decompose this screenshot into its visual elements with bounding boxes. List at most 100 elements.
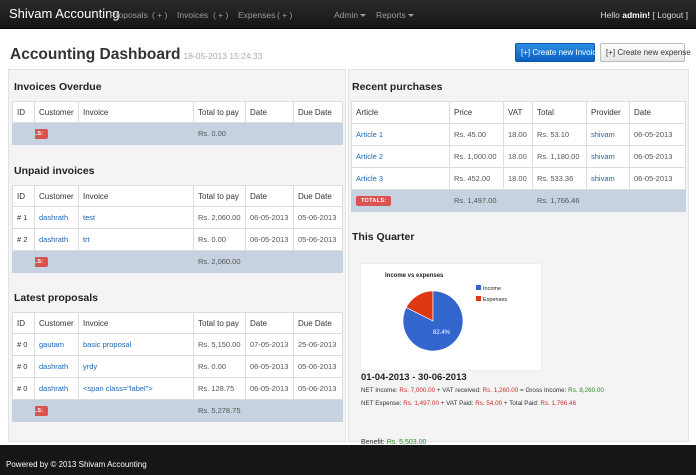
customer-link[interactable]: dashrath bbox=[39, 384, 68, 393]
provider-link[interactable]: shivam bbox=[591, 130, 615, 139]
username: admin! bbox=[622, 10, 651, 20]
totals-badge: TOTALS: bbox=[35, 406, 49, 416]
nav-reports-label: Reports bbox=[376, 10, 406, 20]
cell-price: Rs. 452.00 bbox=[449, 167, 504, 190]
logout-bracket-open: [ bbox=[652, 10, 655, 20]
proposal-link[interactable]: <span class="label"> bbox=[83, 384, 153, 393]
article-link[interactable]: Article 2 bbox=[356, 152, 383, 161]
nav-expenses-add[interactable]: ( + ) bbox=[277, 10, 292, 20]
nav-invoices[interactable]: Invoices bbox=[177, 10, 208, 20]
col-header-date: Date bbox=[245, 312, 294, 334]
cell-total: Rs. 0.00 bbox=[193, 355, 246, 378]
nav-reports-dropdown[interactable]: Reports bbox=[376, 10, 414, 20]
proposal-link[interactable]: basic proposal bbox=[83, 340, 131, 349]
footer-text: Powered by © 2013 Shivam Accounting bbox=[6, 460, 147, 469]
invoices-overdue-title: Invoices Overdue bbox=[14, 81, 102, 93]
table-row: Article 1 Rs. 45.00 18.00 Rs. 53.10 shiv… bbox=[351, 123, 686, 146]
expense-summary: NET Expense: Rs. 1,497.00 + VAT Paid: Rs… bbox=[361, 400, 576, 407]
nav-admin-dropdown[interactable]: Admin bbox=[334, 10, 367, 20]
legend-label-expenses: Expenses bbox=[483, 297, 507, 303]
col-header-total: Total bbox=[532, 101, 587, 124]
col-header-date: Date bbox=[245, 185, 294, 207]
totals-row: TOTALS: Rs. 0.00 bbox=[12, 122, 343, 145]
totals-total: Rs. 1,766.46 bbox=[532, 189, 587, 212]
unpaid-invoices-table: ID Customer Invoice Total to pay Date Du… bbox=[12, 185, 343, 273]
col-header-vat: VAT bbox=[503, 101, 533, 124]
cell-vat: 18.00 bbox=[503, 123, 533, 146]
chevron-down-icon bbox=[360, 14, 367, 18]
gross-income-label: = Gross Income: bbox=[520, 387, 567, 394]
logout-link[interactable]: Logout bbox=[657, 10, 683, 20]
totals-price: Rs. 1,497.00 bbox=[449, 189, 504, 212]
cell-id: # 2 bbox=[12, 228, 35, 251]
cell-date: 06-05-2013 bbox=[629, 167, 686, 190]
invoices-overdue-table: ID Customer Invoice Total to pay Date Du… bbox=[12, 101, 343, 145]
col-header-due-date: Due Date bbox=[293, 185, 343, 207]
this-quarter-title: This Quarter bbox=[352, 231, 415, 243]
provider-link[interactable]: shivam bbox=[591, 174, 615, 183]
net-income-label: NET Income: bbox=[361, 387, 398, 394]
cell-date: 06-05-2013 bbox=[245, 228, 294, 251]
nav-proposals-add[interactable]: ( + ) bbox=[152, 10, 167, 20]
nav-invoices-add[interactable]: ( + ) bbox=[213, 10, 228, 20]
income-summary: NET Income: Rs. 7,000.00 + VAT received:… bbox=[361, 387, 604, 394]
top-navbar: Shivam Accounting Proposals ( + ) Invoic… bbox=[0, 0, 696, 29]
totals-row: TOTALS: Rs. 5,278.75 bbox=[12, 399, 343, 422]
invoice-link[interactable]: test bbox=[83, 213, 95, 222]
article-link[interactable]: Article 3 bbox=[356, 174, 383, 183]
create-expense-button[interactable]: [+] Create new expense bbox=[600, 43, 691, 62]
col-header-due-date: Due Date bbox=[293, 101, 343, 123]
nav-expenses[interactable]: Expenses bbox=[238, 10, 275, 20]
cell-date: 06-05-2013 bbox=[245, 355, 294, 378]
page-title: Accounting Dashboard 18-05-2013 15:24:33 bbox=[10, 46, 262, 64]
customer-link[interactable]: dashrath bbox=[39, 213, 68, 222]
nav-admin-label: Admin bbox=[334, 10, 359, 20]
col-header-date: Date bbox=[245, 101, 294, 123]
col-header-id: ID bbox=[12, 312, 35, 334]
article-link[interactable]: Article 1 bbox=[356, 130, 383, 139]
cell-vat: 18.00 bbox=[503, 167, 533, 190]
col-header-id: ID bbox=[12, 185, 35, 207]
customer-link[interactable]: dashrath bbox=[39, 362, 68, 371]
customer-link[interactable]: gautam bbox=[39, 340, 64, 349]
cell-id: # 0 bbox=[12, 355, 35, 378]
income-expenses-chart: Income vs expenses 82.4% Income Expenses bbox=[360, 263, 542, 371]
invoice-link[interactable]: trt bbox=[83, 235, 90, 244]
col-header-total: Total to pay bbox=[193, 101, 246, 123]
hello-label: Hello bbox=[600, 10, 620, 20]
gross-income-value: Rs. 8,260.00 bbox=[568, 387, 604, 394]
totals-value: Rs. 0.00 bbox=[193, 122, 246, 145]
cell-date: 06-05-2013 bbox=[245, 377, 294, 400]
cell-id: # 0 bbox=[12, 333, 35, 356]
col-header-due-date: Due Date bbox=[293, 312, 343, 334]
quarter-range: 01-04-2013 - 30-06-2013 bbox=[361, 372, 467, 383]
cell-total: Rs. 53.10 bbox=[532, 123, 587, 146]
cell-date: 06-05-2013 bbox=[629, 123, 686, 146]
cell-id: # 1 bbox=[12, 206, 35, 229]
col-header-article: Article bbox=[351, 101, 450, 124]
nav-proposals[interactable]: Proposals bbox=[110, 10, 148, 20]
vat-paid-value: Rs. 54.00 bbox=[475, 400, 503, 407]
col-header-invoice: Invoice bbox=[78, 185, 194, 207]
table-row: Article 3 Rs. 452.00 18.00 Rs. 533.36 sh… bbox=[351, 167, 686, 190]
cell-total: Rs. 5,150.00 bbox=[193, 333, 246, 356]
table-row: # 0 dashrath yrdy Rs. 0.00 06-05-2013 05… bbox=[12, 355, 343, 378]
cell-price: Rs. 45.00 bbox=[449, 123, 504, 146]
unpaid-invoices-title: Unpaid invoices bbox=[14, 165, 95, 177]
col-header-date: Date bbox=[629, 101, 686, 124]
customer-link[interactable]: dashrath bbox=[39, 235, 68, 244]
cell-total: Rs. 128.75 bbox=[193, 377, 246, 400]
latest-proposals-table: ID Customer Invoice Total to pay Date Du… bbox=[12, 312, 343, 422]
cell-date: 06-05-2013 bbox=[629, 145, 686, 168]
create-invoice-button[interactable]: [+] Create new Invoice bbox=[515, 43, 601, 62]
col-header-customer: Customer bbox=[34, 101, 79, 123]
net-income-value: Rs. 7,000.00 bbox=[399, 387, 436, 394]
cell-total: Rs. 0.00 bbox=[193, 228, 246, 251]
vat-received-label: + VAT received: bbox=[436, 387, 481, 394]
cell-total: Rs. 1,180.00 bbox=[532, 145, 587, 168]
brand-logo[interactable]: Shivam Accounting bbox=[9, 6, 120, 21]
proposal-link[interactable]: yrdy bbox=[83, 362, 97, 371]
provider-link[interactable]: shivam bbox=[591, 152, 615, 161]
col-header-customer: Customer bbox=[34, 185, 79, 207]
legend-label-income: Income bbox=[483, 286, 501, 292]
